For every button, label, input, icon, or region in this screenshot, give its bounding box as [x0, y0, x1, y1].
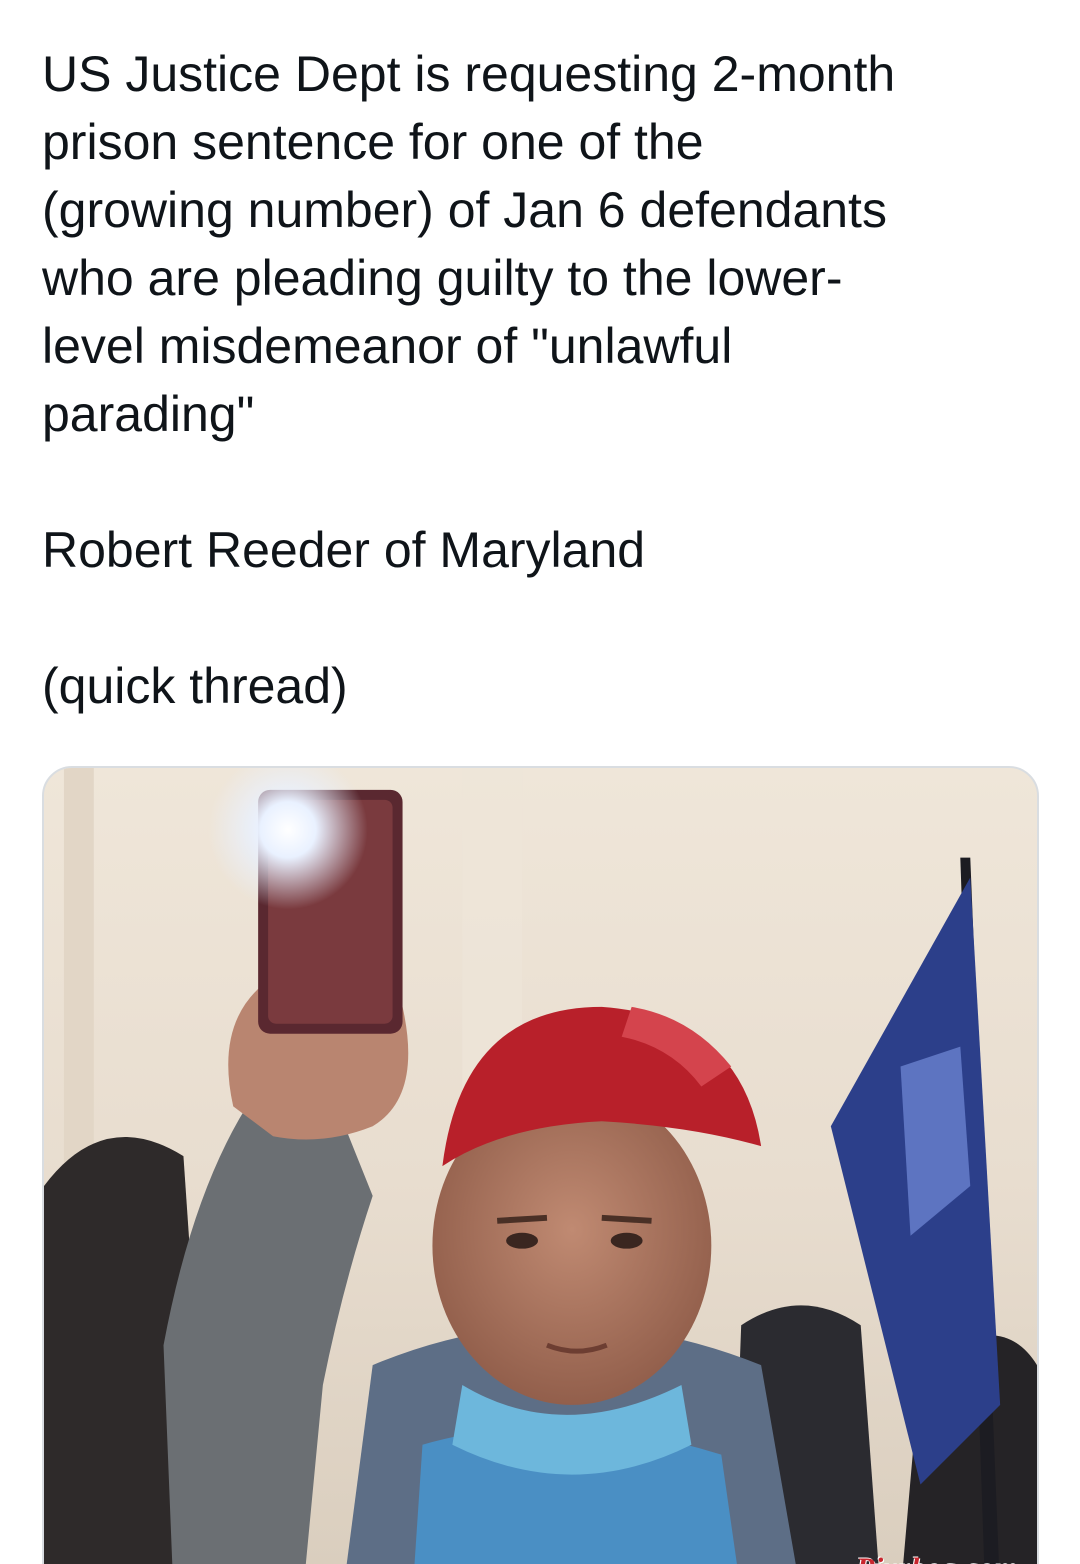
photo-illustration [44, 768, 1037, 1564]
tweet-paragraph-name: Robert Reeder of Maryland [42, 522, 646, 578]
tweet-paragraph-main: US Justice Dept is requesting 2-month pr… [42, 46, 896, 442]
tweet-photo[interactable]: Pixrbog.com [42, 766, 1039, 1564]
tweet: US Justice Dept is requesting 2-month pr… [0, 0, 1080, 1564]
tweet-text: US Justice Dept is requesting 2-month pr… [42, 40, 1052, 720]
tweet-paragraph-thread: (quick thread) [42, 658, 348, 714]
watermark: Pixrbog.com [856, 1552, 1019, 1564]
